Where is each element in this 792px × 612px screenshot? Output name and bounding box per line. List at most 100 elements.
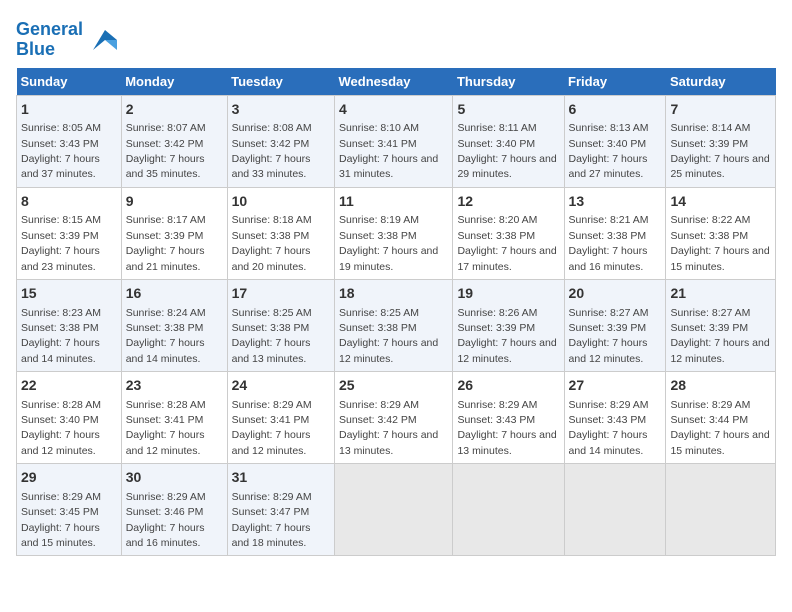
calendar-week-3: 15 Sunrise: 8:23 AMSunset: 3:38 PMDaylig… — [17, 279, 776, 371]
day-number: 27 — [569, 376, 662, 396]
calendar-cell: 2 Sunrise: 8:07 AMSunset: 3:42 PMDayligh… — [121, 95, 227, 187]
calendar-header: SundayMondayTuesdayWednesdayThursdayFrid… — [17, 68, 776, 96]
day-number: 14 — [670, 192, 771, 212]
calendar-cell: 20 Sunrise: 8:27 AMSunset: 3:39 PMDaylig… — [564, 279, 666, 371]
calendar-week-1: 1 Sunrise: 8:05 AMSunset: 3:43 PMDayligh… — [17, 95, 776, 187]
day-number: 22 — [21, 376, 117, 396]
calendar-cell: 30 Sunrise: 8:29 AMSunset: 3:46 PMDaylig… — [121, 464, 227, 556]
calendar-cell: 10 Sunrise: 8:18 AMSunset: 3:38 PMDaylig… — [227, 187, 334, 279]
day-number: 18 — [339, 284, 448, 304]
calendar-cell: 13 Sunrise: 8:21 AMSunset: 3:38 PMDaylig… — [564, 187, 666, 279]
calendar-cell: 3 Sunrise: 8:08 AMSunset: 3:42 PMDayligh… — [227, 95, 334, 187]
calendar-cell: 17 Sunrise: 8:25 AMSunset: 3:38 PMDaylig… — [227, 279, 334, 371]
cell-info: Sunrise: 8:29 AMSunset: 3:43 PMDaylight:… — [457, 399, 556, 457]
day-number: 9 — [126, 192, 223, 212]
calendar-cell: 23 Sunrise: 8:28 AMSunset: 3:41 PMDaylig… — [121, 372, 227, 464]
calendar-cell: 28 Sunrise: 8:29 AMSunset: 3:44 PMDaylig… — [666, 372, 776, 464]
cell-info: Sunrise: 8:05 AMSunset: 3:43 PMDaylight:… — [21, 122, 101, 180]
calendar-cell: 15 Sunrise: 8:23 AMSunset: 3:38 PMDaylig… — [17, 279, 122, 371]
cell-info: Sunrise: 8:28 AMSunset: 3:41 PMDaylight:… — [126, 399, 206, 457]
calendar-cell: 16 Sunrise: 8:24 AMSunset: 3:38 PMDaylig… — [121, 279, 227, 371]
calendar-cell — [453, 464, 564, 556]
day-number: 4 — [339, 100, 448, 120]
cell-info: Sunrise: 8:10 AMSunset: 3:41 PMDaylight:… — [339, 122, 438, 180]
cell-info: Sunrise: 8:19 AMSunset: 3:38 PMDaylight:… — [339, 214, 438, 272]
cell-info: Sunrise: 8:29 AMSunset: 3:47 PMDaylight:… — [232, 491, 312, 549]
calendar-cell — [666, 464, 776, 556]
calendar-week-4: 22 Sunrise: 8:28 AMSunset: 3:40 PMDaylig… — [17, 372, 776, 464]
day-header-friday: Friday — [564, 68, 666, 96]
day-number: 28 — [670, 376, 771, 396]
cell-info: Sunrise: 8:22 AMSunset: 3:38 PMDaylight:… — [670, 214, 769, 272]
calendar-cell: 1 Sunrise: 8:05 AMSunset: 3:43 PMDayligh… — [17, 95, 122, 187]
day-number: 6 — [569, 100, 662, 120]
cell-info: Sunrise: 8:08 AMSunset: 3:42 PMDaylight:… — [232, 122, 312, 180]
day-number: 1 — [21, 100, 117, 120]
day-number: 17 — [232, 284, 330, 304]
calendar-cell: 5 Sunrise: 8:11 AMSunset: 3:40 PMDayligh… — [453, 95, 564, 187]
day-header-monday: Monday — [121, 68, 227, 96]
cell-info: Sunrise: 8:11 AMSunset: 3:40 PMDaylight:… — [457, 122, 556, 180]
day-number: 20 — [569, 284, 662, 304]
day-number: 11 — [339, 192, 448, 212]
day-number: 8 — [21, 192, 117, 212]
day-number: 16 — [126, 284, 223, 304]
cell-info: Sunrise: 8:29 AMSunset: 3:41 PMDaylight:… — [232, 399, 312, 457]
logo-icon — [85, 26, 117, 54]
cell-info: Sunrise: 8:20 AMSunset: 3:38 PMDaylight:… — [457, 214, 556, 272]
calendar-cell: 4 Sunrise: 8:10 AMSunset: 3:41 PMDayligh… — [334, 95, 452, 187]
day-number: 23 — [126, 376, 223, 396]
calendar-cell: 9 Sunrise: 8:17 AMSunset: 3:39 PMDayligh… — [121, 187, 227, 279]
calendar-cell: 6 Sunrise: 8:13 AMSunset: 3:40 PMDayligh… — [564, 95, 666, 187]
calendar-cell: 26 Sunrise: 8:29 AMSunset: 3:43 PMDaylig… — [453, 372, 564, 464]
logo: General Blue — [16, 20, 117, 60]
cell-info: Sunrise: 8:14 AMSunset: 3:39 PMDaylight:… — [670, 122, 769, 180]
day-number: 21 — [670, 284, 771, 304]
cell-info: Sunrise: 8:07 AMSunset: 3:42 PMDaylight:… — [126, 122, 206, 180]
day-header-saturday: Saturday — [666, 68, 776, 96]
day-number: 3 — [232, 100, 330, 120]
day-number: 26 — [457, 376, 559, 396]
cell-info: Sunrise: 8:17 AMSunset: 3:39 PMDaylight:… — [126, 214, 206, 272]
cell-info: Sunrise: 8:23 AMSunset: 3:38 PMDaylight:… — [21, 307, 101, 365]
logo-text: General Blue — [16, 20, 83, 60]
day-number: 31 — [232, 468, 330, 488]
day-header-wednesday: Wednesday — [334, 68, 452, 96]
cell-info: Sunrise: 8:29 AMSunset: 3:46 PMDaylight:… — [126, 491, 206, 549]
day-number: 13 — [569, 192, 662, 212]
calendar-cell: 27 Sunrise: 8:29 AMSunset: 3:43 PMDaylig… — [564, 372, 666, 464]
day-number: 10 — [232, 192, 330, 212]
header: General Blue — [16, 16, 776, 60]
calendar-cell: 25 Sunrise: 8:29 AMSunset: 3:42 PMDaylig… — [334, 372, 452, 464]
cell-info: Sunrise: 8:26 AMSunset: 3:39 PMDaylight:… — [457, 307, 556, 365]
day-number: 19 — [457, 284, 559, 304]
day-number: 2 — [126, 100, 223, 120]
cell-info: Sunrise: 8:29 AMSunset: 3:45 PMDaylight:… — [21, 491, 101, 549]
calendar-cell: 31 Sunrise: 8:29 AMSunset: 3:47 PMDaylig… — [227, 464, 334, 556]
day-number: 5 — [457, 100, 559, 120]
calendar-cell — [564, 464, 666, 556]
cell-info: Sunrise: 8:29 AMSunset: 3:42 PMDaylight:… — [339, 399, 438, 457]
calendar-cell: 12 Sunrise: 8:20 AMSunset: 3:38 PMDaylig… — [453, 187, 564, 279]
calendar-cell: 24 Sunrise: 8:29 AMSunset: 3:41 PMDaylig… — [227, 372, 334, 464]
calendar-cell: 21 Sunrise: 8:27 AMSunset: 3:39 PMDaylig… — [666, 279, 776, 371]
cell-info: Sunrise: 8:13 AMSunset: 3:40 PMDaylight:… — [569, 122, 649, 180]
cell-info: Sunrise: 8:15 AMSunset: 3:39 PMDaylight:… — [21, 214, 101, 272]
calendar-week-2: 8 Sunrise: 8:15 AMSunset: 3:39 PMDayligh… — [17, 187, 776, 279]
day-number: 24 — [232, 376, 330, 396]
cell-info: Sunrise: 8:18 AMSunset: 3:38 PMDaylight:… — [232, 214, 312, 272]
cell-info: Sunrise: 8:25 AMSunset: 3:38 PMDaylight:… — [232, 307, 312, 365]
day-number: 25 — [339, 376, 448, 396]
cell-info: Sunrise: 8:29 AMSunset: 3:44 PMDaylight:… — [670, 399, 769, 457]
calendar-table: SundayMondayTuesdayWednesdayThursdayFrid… — [16, 68, 776, 557]
cell-info: Sunrise: 8:21 AMSunset: 3:38 PMDaylight:… — [569, 214, 649, 272]
day-number: 29 — [21, 468, 117, 488]
calendar-cell: 7 Sunrise: 8:14 AMSunset: 3:39 PMDayligh… — [666, 95, 776, 187]
cell-info: Sunrise: 8:29 AMSunset: 3:43 PMDaylight:… — [569, 399, 649, 457]
calendar-cell: 14 Sunrise: 8:22 AMSunset: 3:38 PMDaylig… — [666, 187, 776, 279]
calendar-week-5: 29 Sunrise: 8:29 AMSunset: 3:45 PMDaylig… — [17, 464, 776, 556]
cell-info: Sunrise: 8:27 AMSunset: 3:39 PMDaylight:… — [569, 307, 649, 365]
calendar-cell — [334, 464, 452, 556]
calendar-cell: 22 Sunrise: 8:28 AMSunset: 3:40 PMDaylig… — [17, 372, 122, 464]
cell-info: Sunrise: 8:27 AMSunset: 3:39 PMDaylight:… — [670, 307, 769, 365]
